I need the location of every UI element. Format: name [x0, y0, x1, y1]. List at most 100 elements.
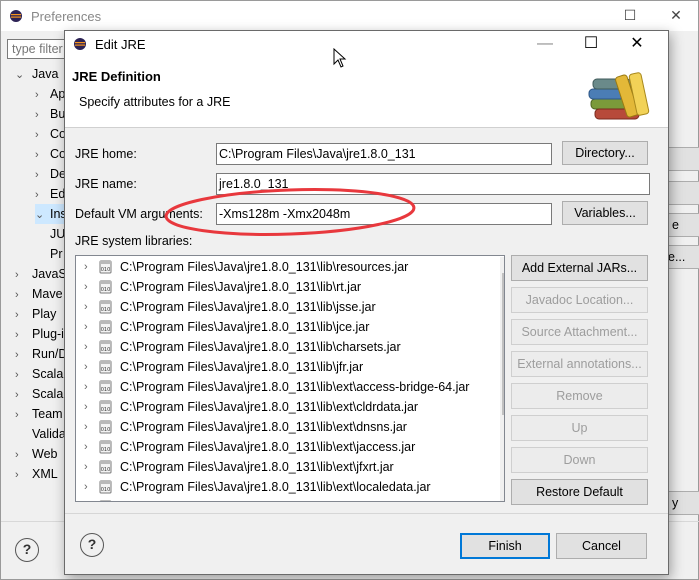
maximize-icon[interactable]: ☐: [577, 33, 605, 55]
add-external-jars-button[interactable]: Add External JARs...: [511, 255, 648, 281]
help-icon[interactable]: ?: [15, 538, 39, 562]
library-row[interactable]: › 010 C:\Program Files\Java\jre1.8.0_131\l…: [76, 437, 498, 457]
directory-button[interactable]: Directory...: [562, 141, 648, 165]
library-row[interactable]: › 010 C:\Program Files\Java\jre1.8.0_131\l…: [76, 357, 498, 377]
javadoc-location-button[interactable]: Javadoc Location...: [511, 287, 648, 313]
library-row[interactable]: › 010 C:\Program Files\Java\jre1.8.0_131\l…: [76, 477, 498, 497]
tree-item[interactable]: › Ed: [35, 184, 67, 204]
library-row[interactable]: › 010 C:\Program Files\Java\jre1.8.0_131\l…: [76, 377, 498, 397]
chevron-right-icon[interactable]: ›: [84, 397, 88, 417]
tree-item[interactable]: › Ap: [35, 84, 67, 104]
tree-item[interactable]: › Play: [15, 304, 67, 324]
chevron-right-icon[interactable]: ›: [15, 265, 27, 284]
chevron-right-icon[interactable]: ›: [35, 145, 47, 164]
scrollbar-thumb[interactable]: [502, 273, 504, 415]
help-icon[interactable]: ?: [80, 533, 104, 557]
library-row[interactable]: › 010 C:\Program Files\Java\jre1.8.0_131\l…: [76, 457, 498, 477]
library-row[interactable]: › 010 C:\Program Files\Java\jre1.8.0_131\l…: [76, 257, 498, 277]
tree-item[interactable]: › Co: [35, 124, 67, 144]
tree-item[interactable]: › Scala: [15, 384, 67, 404]
close-icon[interactable]: ✕: [623, 33, 651, 55]
chevron-right-icon[interactable]: ›: [84, 417, 88, 437]
libraries-list[interactable]: › 010 C:\Program Files\Java\jre1.8.0_131\l…: [75, 255, 505, 502]
chevron-right-icon[interactable]: ›: [35, 105, 47, 124]
tree-item-label: JavaS: [32, 267, 67, 281]
chevron-right-icon[interactable]: ›: [15, 305, 27, 324]
chevron-right-icon[interactable]: ›: [35, 85, 47, 104]
tree-item[interactable]: ⌄ Java: [15, 64, 67, 84]
external-annotations-button[interactable]: External annotations...: [511, 351, 648, 377]
chevron-right-icon[interactable]: ›: [15, 365, 27, 384]
scroll-up-icon[interactable]: ▲: [504, 260, 505, 270]
chevron-right-icon[interactable]: ›: [84, 317, 88, 337]
close-icon[interactable]: ✕: [666, 7, 686, 25]
finish-button[interactable]: Finish: [460, 533, 550, 559]
tree-item[interactable]: › JavaS: [15, 264, 67, 284]
library-row[interactable]: › 010 C:\Program Files\Java\jre1.8.0_131\l…: [76, 397, 498, 417]
jar-icon: 010: [99, 280, 112, 294]
chevron-down-icon[interactable]: ⌄: [35, 205, 47, 224]
edit-jre-dialog: Edit JRE — ☐ ✕ JRE Definition Specify at…: [64, 30, 669, 575]
preferences-right-button[interactable]: [665, 181, 699, 205]
library-row[interactable]: › 010 C:\Program Files\Java\jre1.8.0_131\l…: [76, 417, 498, 437]
scroll-down-icon[interactable]: ▼: [504, 487, 505, 497]
tree-item[interactable]: › Web: [15, 444, 67, 464]
down-button[interactable]: Down: [511, 447, 648, 473]
chevron-right-icon[interactable]: ›: [84, 457, 88, 477]
chevron-right-icon[interactable]: ›: [15, 445, 27, 464]
chevron-down-icon[interactable]: ⌄: [15, 65, 27, 84]
tree-item[interactable]: Valida: [15, 424, 67, 444]
chevron-right-icon[interactable]: ›: [15, 465, 27, 484]
source-attachment-button[interactable]: Source Attachment...: [511, 319, 648, 345]
tree-item[interactable]: › XML: [15, 464, 67, 484]
library-row[interactable]: › 010 C:\Program Files\Java\jre1.8.0_131\l…: [76, 337, 498, 357]
chevron-right-icon[interactable]: ›: [84, 377, 88, 397]
tree-item[interactable]: › Mave: [15, 284, 67, 304]
restore-default-button[interactable]: Restore Default: [511, 479, 648, 505]
maximize-icon[interactable]: ☐: [620, 7, 640, 25]
chevron-right-icon[interactable]: ›: [15, 345, 27, 364]
preferences-right-button[interactable]: e: [665, 213, 699, 237]
library-row[interactable]: › 010 C:\Program Files\Java\jre1.8.0_131\l…: [76, 497, 498, 501]
tree-item[interactable]: › De: [35, 164, 67, 184]
tree-item-label: Scala: [32, 387, 64, 401]
tree-item[interactable]: › Team: [15, 404, 67, 424]
chevron-right-icon[interactable]: ›: [35, 125, 47, 144]
chevron-right-icon[interactable]: ›: [84, 337, 88, 357]
chevron-right-icon[interactable]: ›: [15, 385, 27, 404]
tree-item[interactable]: › Bu: [35, 104, 67, 124]
tree-item[interactable]: › Scala: [15, 364, 67, 384]
tree-item[interactable]: Pr: [35, 244, 67, 264]
tree-item[interactable]: ⌄ Ins: [35, 204, 67, 224]
library-row[interactable]: › 010 C:\Program Files\Java\jre1.8.0_131\l…: [76, 317, 498, 337]
chevron-right-icon[interactable]: ›: [15, 285, 27, 304]
cancel-button[interactable]: Cancel: [556, 533, 647, 559]
preferences-right-button[interactable]: [665, 147, 699, 171]
filter-input[interactable]: type filter: [7, 39, 71, 59]
variables-button[interactable]: Variables...: [562, 201, 648, 225]
tree-item[interactable]: › Co: [35, 144, 67, 164]
up-button[interactable]: Up: [511, 415, 648, 441]
tree-item[interactable]: JU: [35, 224, 67, 244]
chevron-right-icon[interactable]: ›: [84, 257, 88, 277]
jre-home-field[interactable]: C:\Program Files\Java\jre1.8.0_131: [216, 143, 552, 165]
preferences-right-button[interactable]: e...: [665, 245, 699, 269]
chevron-right-icon[interactable]: ›: [84, 297, 88, 317]
chevron-right-icon[interactable]: ›: [84, 357, 88, 377]
chevron-right-icon[interactable]: ›: [84, 277, 88, 297]
vertical-scrollbar[interactable]: ▲ ▼: [500, 257, 505, 501]
chevron-right-icon[interactable]: ›: [35, 185, 47, 204]
tree-item[interactable]: › Plug-i: [15, 324, 67, 344]
chevron-right-icon[interactable]: ›: [15, 325, 27, 344]
chevron-right-icon[interactable]: ›: [35, 165, 47, 184]
remove-button[interactable]: Remove: [511, 383, 648, 409]
minimize-icon[interactable]: —: [531, 33, 559, 55]
tree-item[interactable]: › Run/D: [15, 344, 67, 364]
library-row[interactable]: › 010 C:\Program Files\Java\jre1.8.0_131\l…: [76, 277, 498, 297]
preferences-right-button[interactable]: y: [665, 491, 699, 515]
chevron-right-icon[interactable]: ›: [84, 497, 88, 501]
library-row[interactable]: › 010 C:\Program Files\Java\jre1.8.0_131\l…: [76, 297, 498, 317]
chevron-right-icon[interactable]: ›: [84, 477, 88, 497]
chevron-right-icon[interactable]: ›: [84, 437, 88, 457]
chevron-right-icon[interactable]: ›: [15, 405, 27, 424]
